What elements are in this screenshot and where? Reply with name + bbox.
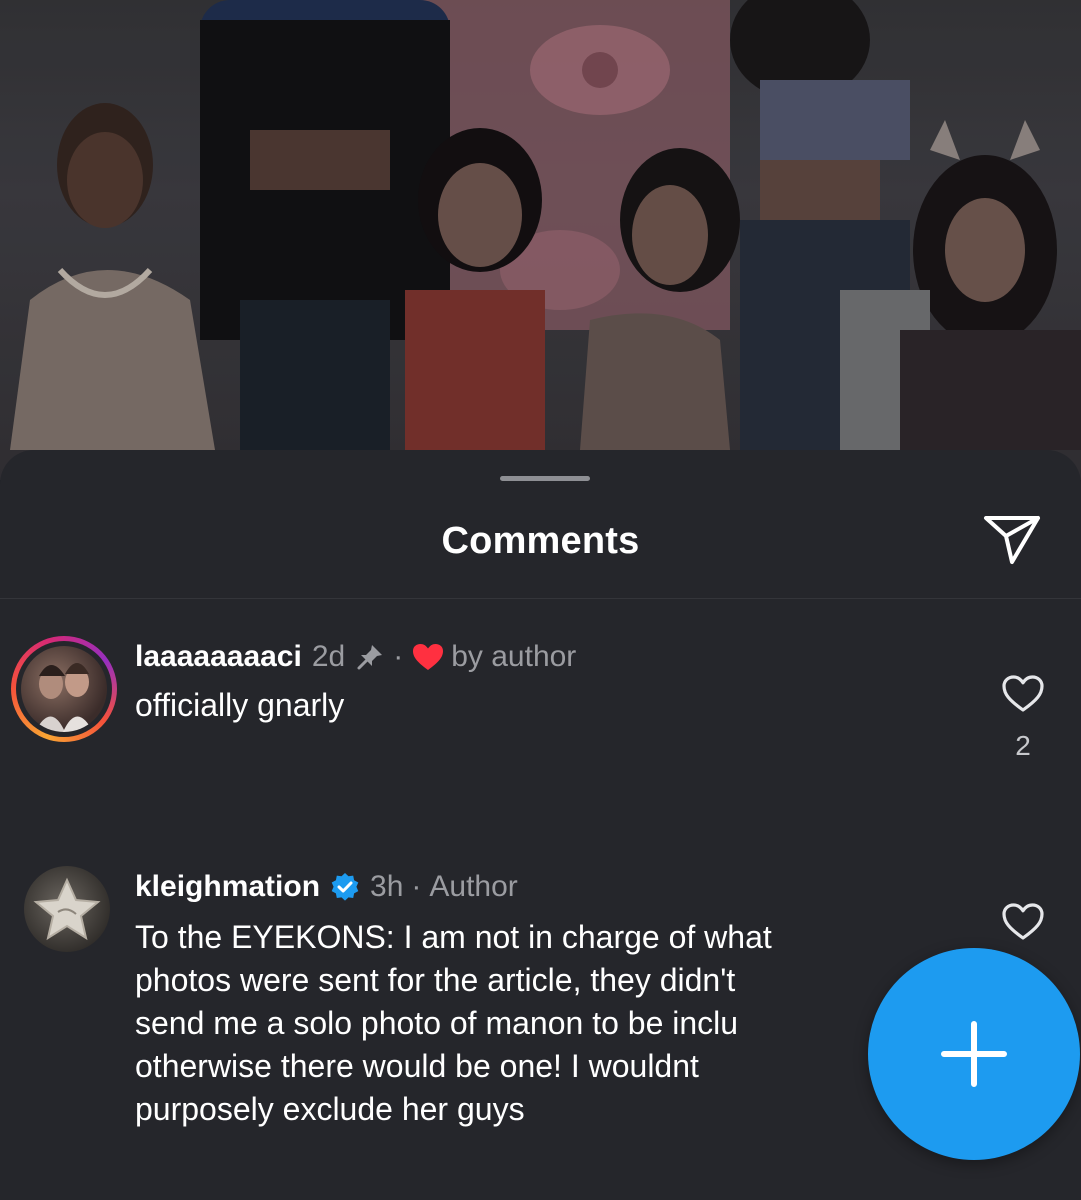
post-photo xyxy=(0,0,1081,480)
comment-meta: kleighmation 3h · Author xyxy=(135,870,518,904)
drag-handle[interactable] xyxy=(500,476,590,481)
group-photo-illustration xyxy=(0,0,1081,480)
comment-text-line: otherwise there would be one! I wouldnt xyxy=(135,1048,699,1084)
header-divider xyxy=(0,598,1081,599)
app-root: Comments laaaaaaaaci 2d · by author offi… xyxy=(0,0,1081,1200)
add-comment-button[interactable] xyxy=(868,948,1080,1160)
comment-username[interactable]: kleighmation xyxy=(135,870,320,904)
comment-text-line: photos were sent for the article, they d… xyxy=(135,962,736,998)
pin-icon xyxy=(355,642,385,672)
comment-text-line: To the EYEKONS: I am not in charge of wh… xyxy=(135,919,772,955)
sheet-title: Comments xyxy=(441,520,640,562)
verified-badge-icon xyxy=(330,872,360,902)
liked-by-author-label: by author xyxy=(451,640,577,673)
comment-time: 3h xyxy=(370,870,404,903)
comment-text: officially gnarly xyxy=(135,687,345,723)
comment-item: laaaaaaaaci 2d · by author officially gn… xyxy=(0,636,1081,836)
comment-time: 2d xyxy=(311,640,346,673)
comment-username[interactable]: laaaaaaaaci xyxy=(135,640,302,674)
plus-icon xyxy=(941,1021,1007,1087)
author-label: Author xyxy=(429,870,518,903)
comment-meta: laaaaaaaaci 2d · by author xyxy=(135,640,577,674)
avatar[interactable] xyxy=(11,636,117,742)
comment-text: To the EYEKONS: I am not in charge of wh… xyxy=(135,916,772,1131)
like-count: 2 xyxy=(1015,730,1031,761)
heart-outline-icon[interactable] xyxy=(1001,674,1045,714)
comment-text-line: purposely exclude her guys xyxy=(135,1091,525,1127)
send-icon[interactable] xyxy=(982,512,1042,568)
heart-outline-icon[interactable] xyxy=(1001,902,1045,942)
avatar[interactable] xyxy=(24,866,110,952)
comment-text-line: send me a solo photo of manon to be incl… xyxy=(135,1005,739,1041)
heart-filled-icon xyxy=(411,642,445,672)
